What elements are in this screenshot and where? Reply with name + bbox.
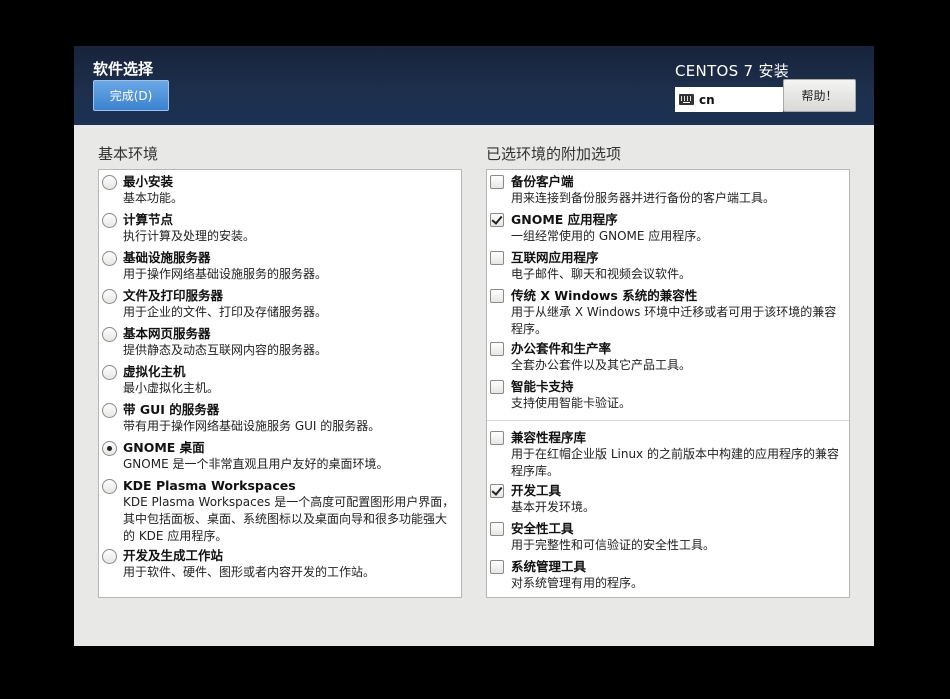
checkbox[interactable] [490, 175, 504, 189]
option-label: 兼容性程序库 [511, 430, 587, 445]
option-description: 用于从继承 X Windows 环境中迁移或者可用于该环境的兼容程序。 [511, 305, 837, 336]
radio-button[interactable] [102, 251, 117, 266]
checkbox[interactable] [490, 289, 504, 303]
option-description: 对系统管理有用的程序。 [511, 576, 644, 590]
base-environment-title: 基本环境 [98, 145, 159, 163]
done-button[interactable]: 完成(D) [93, 80, 169, 111]
option-description: 用于企业的文件、打印及存储服务器。 [123, 305, 328, 319]
option-label: 办公套件和生产率 [511, 341, 612, 356]
radio-button[interactable] [102, 403, 117, 418]
option-label: 开发工具 [511, 483, 562, 498]
environment-option[interactable]: 开发及生成工作站用于软件、硬件、图形或者内容开发的工作站。 [99, 547, 461, 583]
addon-option[interactable]: 系统管理工具对系统管理有用的程序。 [487, 558, 849, 594]
help-button[interactable]: 帮助！ [783, 79, 856, 112]
environment-option[interactable]: 虚拟化主机最小虚拟化主机。 [99, 363, 461, 399]
option-label: 虚拟化主机 [123, 364, 186, 379]
option-label: 互联网应用程序 [511, 250, 599, 265]
base-environment-list: 最小安装基本功能。计算节点执行计算及处理的安装。 基础设施服务器用于操作网络基础设… [98, 169, 462, 598]
keyboard-icon [679, 94, 694, 105]
option-description: GNOME 是一个非常直观且用户友好的桌面环境。 [123, 457, 389, 471]
addon-option[interactable]: 互联网应用程序电子邮件、聊天和视频会议软件。 [487, 249, 849, 285]
option-description: 基本开发环境。 [511, 500, 596, 514]
option-description: 带有用于操作网络基础设施服务 GUI 的服务器。 [123, 419, 381, 433]
option-label: 开发及生成工作站 [123, 548, 224, 563]
option-description: 全套办公套件以及其它产品工具。 [511, 358, 692, 372]
checkbox[interactable] [490, 522, 504, 536]
addon-option[interactable]: 兼容性程序库用于在红帽企业版 Linux 的之前版本中构建的应用程序的兼容程序库… [487, 429, 849, 480]
addon-option[interactable]: 办公套件和生产率全套办公套件以及其它产品工具。 [487, 340, 849, 376]
option-description: 基本功能。 [123, 191, 184, 205]
radio-button[interactable] [102, 289, 117, 304]
option-label: 系统管理工具 [511, 559, 587, 574]
radio-button[interactable] [102, 175, 117, 190]
keyboard-layout-indicator[interactable]: cn [675, 87, 783, 112]
option-label: 传统 X Windows 系统的兼容性 [511, 288, 698, 303]
addon-option[interactable]: 传统 X Windows 系统的兼容性用于从继承 X Windows 环境中迁移… [487, 287, 849, 338]
product-title: CENTOS 7 安装 [675, 62, 790, 80]
keyboard-layout-value: cn [699, 92, 715, 107]
installer-window: 软件选择 完成(D) CENTOS 7 安装 cn 帮助！ 基本环境 最小安装基… [74, 46, 874, 646]
option-description: 用于在红帽企业版 Linux 的之前版本中构建的应用程序的兼容程序库。 [511, 447, 839, 478]
header-bar: 软件选择 完成(D) CENTOS 7 安装 cn 帮助！ [74, 46, 874, 125]
option-description: 用于操作网络基础设施服务的服务器。 [123, 267, 328, 281]
radio-button[interactable] [102, 365, 117, 380]
environment-option[interactable]: 计算节点执行计算及处理的安装。 [99, 211, 461, 247]
environment-option[interactable]: KDE Plasma Workspaces KDE Plasma Workspac… [99, 477, 461, 545]
radio-button[interactable] [102, 327, 117, 342]
option-description: 提供静态及动态互联网内容的服务器。 [123, 343, 328, 357]
checkbox[interactable] [490, 213, 504, 227]
addons-title: 已选环境的附加选项 [486, 145, 622, 163]
option-label: 备份客户端 [511, 174, 574, 189]
checkbox[interactable] [490, 560, 504, 574]
option-description: KDE Plasma Workspaces 是一个高度可配置图形用户界面，其中包… [123, 495, 455, 543]
option-label: GNOME 应用程序 [511, 212, 618, 227]
option-description: 用来连接到备份服务器并进行备份的客户端工具。 [511, 191, 776, 205]
option-label: GNOME 桌面 [123, 440, 205, 455]
environment-option[interactable]: 基本网页服务器提供静态及动态互联网内容的服务器。 [99, 325, 461, 361]
radio-button[interactable] [102, 441, 117, 456]
option-description: 支持使用智能卡验证。 [511, 396, 632, 410]
checkbox[interactable] [490, 342, 504, 356]
option-label: 带 GUI 的服务器 [123, 402, 220, 417]
option-label: 文件及打印服务器 [123, 288, 224, 303]
checkbox[interactable] [490, 484, 504, 498]
radio-button[interactable] [102, 213, 117, 228]
addon-option[interactable]: 智能卡支持支持使用智能卡验证。 [487, 378, 849, 414]
option-description: 电子邮件、聊天和视频会议软件。 [511, 267, 692, 281]
addon-option[interactable]: GNOME 应用程序一组经常使用的 GNOME 应用程序。 [487, 211, 849, 247]
option-description: 一组经常使用的 GNOME 应用程序。 [511, 229, 709, 243]
option-label: KDE Plasma Workspaces [123, 478, 296, 493]
page-title: 软件选择 [93, 60, 154, 78]
addons-list: 备份客户端 用来连接到备份服务器并进行备份的客户端工具。 GNOME 应用程序 一组经… [486, 169, 850, 598]
environment-option[interactable]: 基础设施服务器用于操作网络基础设施服务的服务器。 [99, 249, 461, 285]
option-label: 最小安装 [123, 174, 174, 189]
addon-option[interactable]: 安全性工具用于完整性和可信验证的安全性工具。 [487, 520, 849, 556]
checkbox[interactable] [490, 380, 504, 394]
option-label: 安全性工具 [511, 521, 574, 536]
option-label: 计算节点 [123, 212, 174, 227]
checkbox[interactable] [490, 431, 504, 445]
option-description: 最小虚拟化主机。 [123, 381, 220, 395]
environment-option[interactable]: 文件及打印服务器用于企业的文件、打印及存储服务器。 [99, 287, 461, 323]
addon-option[interactable]: 开发工具基本开发环境。 [487, 482, 849, 518]
option-label: 基本网页服务器 [123, 326, 211, 341]
addon-option[interactable]: 备份客户端用来连接到备份服务器并进行备份的客户端工具。 [487, 173, 849, 209]
option-label: 基础设施服务器 [123, 250, 211, 265]
option-description: 执行计算及处理的安装。 [123, 229, 256, 243]
environment-option[interactable]: 最小安装 基本功能。 [99, 173, 461, 209]
environment-option[interactable]: 带 GUI 的服务器带有用于操作网络基础设施服务 GUI 的服务器。 [99, 401, 461, 437]
radio-button[interactable] [102, 479, 117, 494]
group-divider [487, 420, 849, 421]
option-description: 用于完整性和可信验证的安全性工具。 [511, 538, 716, 552]
checkbox[interactable] [490, 251, 504, 265]
option-description: 用于软件、硬件、图形或者内容开发的工作站。 [123, 565, 376, 579]
environment-option[interactable]: GNOME 桌面 GNOME 是一个非常直观且用户友好的桌面环境。 [99, 439, 461, 475]
option-label: 智能卡支持 [511, 379, 574, 394]
radio-button[interactable] [102, 549, 117, 564]
